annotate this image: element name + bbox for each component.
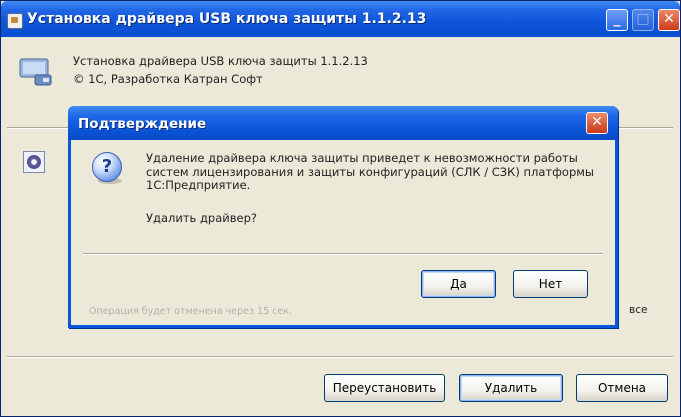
dialog-divider — [83, 253, 603, 255]
header-copyright: © 1С, Разработка Катран Софт — [73, 72, 263, 86]
info-text-tail: все — [629, 304, 648, 316]
header-product: Установка драйвера USB ключа защиты 1.1.… — [73, 54, 368, 68]
gear-icon — [23, 151, 45, 173]
installer-icon — [7, 13, 23, 29]
yes-button[interactable]: Да — [421, 270, 496, 298]
footer-divider — [7, 356, 673, 358]
dialog-question: Удалить драйвер? — [146, 211, 257, 225]
minimize-button[interactable]: _ — [606, 9, 628, 31]
titlebar: Установка драйвера USB ключа защиты 1.1.… — [1, 1, 680, 37]
dialog-message: Удаление драйвера ключа защиты приведет … — [146, 151, 595, 192]
header-text: Установка драйвера USB ключа защиты 1.1.… — [73, 52, 368, 88]
reinstall-button[interactable]: Переустановить — [324, 374, 445, 402]
close-button[interactable]: ✕ — [658, 9, 680, 31]
dialog-titlebar: Подтверждение ✕ — [68, 106, 618, 140]
delete-button[interactable]: Удалить — [459, 374, 563, 402]
countdown-text: Операция будет отменена через 15 сек. — [89, 306, 293, 317]
dialog-title: Подтверждение — [78, 116, 207, 132]
maximize-button[interactable]: □ — [632, 9, 654, 31]
dialog-close-button[interactable]: ✕ — [586, 112, 608, 134]
window-title: Установка драйвера USB ключа защиты 1.1.… — [27, 11, 427, 27]
cancel-button[interactable]: Отмена — [576, 374, 668, 402]
usb-key-icon — [19, 58, 52, 86]
no-button[interactable]: Нет — [513, 270, 588, 298]
question-icon: ? — [92, 152, 122, 182]
confirmation-dialog: Подтверждение ✕ ? Удаление драйвера ключ… — [68, 106, 618, 328]
